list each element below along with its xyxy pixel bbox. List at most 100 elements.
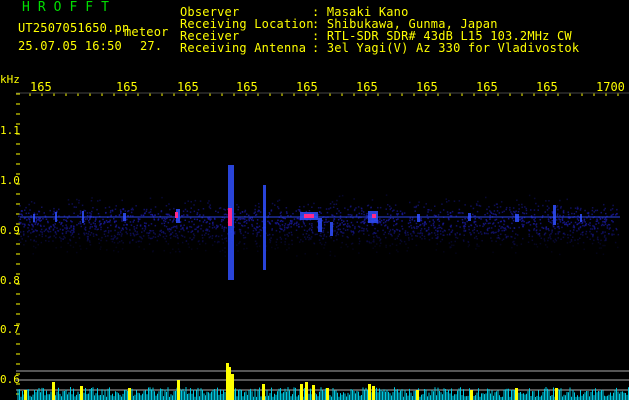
noise-pixel (246, 219, 248, 222)
noise-pixel (40, 219, 42, 222)
noise-pixel (243, 243, 245, 245)
noise-pixel (352, 248, 354, 250)
noise-pixel (443, 234, 445, 236)
noise-pixel (269, 213, 271, 215)
noise-pixel (190, 226, 193, 228)
noise-pixel (447, 217, 450, 220)
noise-pixel (546, 209, 549, 211)
noise-pixel (455, 225, 458, 227)
noise-pixel (280, 219, 283, 222)
noise-pixel (390, 214, 392, 216)
noise-pixel (431, 232, 433, 234)
noise-pixel (163, 222, 166, 225)
noise-pixel (604, 218, 606, 220)
noise-pixel (595, 252, 598, 254)
noise-pixel (511, 212, 513, 215)
noise-pixel (140, 240, 142, 243)
noise-pixel (252, 233, 254, 235)
noise-pixel (429, 233, 431, 235)
noise-pixel (602, 244, 604, 247)
noise-pixel (332, 220, 335, 222)
noise-pixel (606, 225, 609, 227)
noise-pixel (561, 226, 563, 229)
noise-pixel (251, 223, 253, 226)
noise-pixel (495, 214, 497, 216)
noise-pixel (120, 240, 123, 242)
noise-pixel (615, 214, 617, 216)
noise-pixel (113, 218, 115, 220)
noise-pixel (207, 202, 209, 204)
noise-pixel (71, 233, 74, 235)
noise-pixel (400, 240, 403, 243)
noise-pixel (301, 225, 303, 228)
noise-pixel (86, 218, 88, 220)
noise-pixel (533, 229, 535, 231)
noise-pixel (187, 231, 190, 233)
noise-pixel (455, 252, 457, 254)
noise-pixel (197, 231, 199, 233)
noise-pixel (426, 229, 428, 232)
noise-pixel (510, 211, 512, 213)
noise-pixel (451, 231, 453, 233)
noise-pixel (308, 238, 310, 241)
noise-pixel (258, 245, 261, 247)
signal-level-peak (326, 388, 329, 400)
noise-pixel (70, 220, 72, 222)
noise-pixel (19, 218, 21, 220)
meteor-echo (330, 222, 333, 236)
noise-pixel (304, 225, 307, 227)
noise-pixel (89, 218, 91, 220)
signal-level-peak (305, 382, 308, 400)
noise-pixel (350, 243, 353, 245)
noise-pixel (114, 229, 116, 232)
noise-pixel (346, 236, 348, 238)
noise-pixel (373, 241, 375, 243)
noise-pixel (373, 239, 375, 241)
noise-pixel (480, 233, 483, 235)
noise-pixel (208, 218, 211, 220)
noise-pixel (333, 240, 335, 242)
noise-pixel (506, 235, 508, 238)
noise-pixel (34, 246, 37, 249)
noise-pixel (49, 230, 52, 233)
noise-pixel (239, 218, 241, 221)
noise-pixel (379, 220, 381, 223)
noise-pixel (133, 233, 135, 236)
noise-pixel (203, 219, 206, 221)
noise-pixel (574, 221, 577, 224)
noise-pixel (521, 220, 523, 223)
noise-pixel (38, 234, 41, 236)
noise-pixel (78, 202, 80, 204)
noise-pixel (379, 206, 382, 209)
noise-pixel (339, 228, 341, 231)
noise-pixel (386, 213, 389, 215)
noise-pixel (347, 229, 349, 231)
noise-pixel (143, 208, 145, 211)
noise-pixel (140, 214, 143, 216)
noise-pixel (295, 210, 297, 212)
noise-pixel (591, 242, 594, 245)
noise-pixel (387, 204, 389, 206)
noise-pixel (202, 208, 205, 210)
noise-pixel (475, 248, 477, 250)
noise-pixel (399, 210, 402, 212)
noise-pixel (43, 230, 46, 233)
signal-level-peak (372, 386, 375, 400)
noise-pixel (463, 234, 465, 236)
noise-pixel (144, 212, 146, 214)
noise-pixel (385, 208, 387, 210)
noise-pixel (567, 220, 569, 223)
noise-pixel (358, 237, 360, 240)
noise-pixel (332, 206, 335, 208)
noise-pixel (473, 228, 476, 231)
noise-pixel (365, 217, 368, 220)
noise-pixel (323, 244, 326, 246)
noise-pixel (27, 231, 29, 233)
noise-pixel (494, 231, 496, 234)
noise-pixel (28, 212, 30, 214)
noise-pixel (76, 224, 78, 226)
noise-pixel (418, 201, 420, 203)
noise-pixel (579, 222, 581, 224)
noise-pixel (347, 213, 350, 216)
noise-pixel (304, 253, 306, 255)
